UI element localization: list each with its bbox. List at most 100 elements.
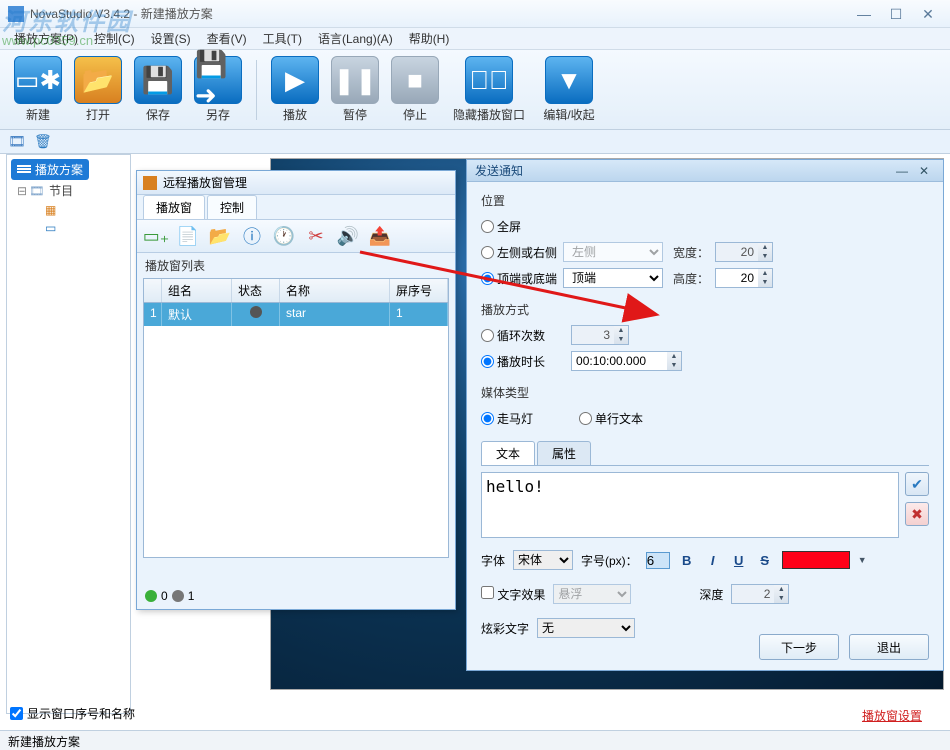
saveas-button[interactable]: 💾➜ 另存 bbox=[188, 54, 248, 126]
menu-settings[interactable]: 设置(S) bbox=[143, 28, 199, 49]
folder-icon[interactable]: 📂 bbox=[207, 223, 233, 249]
menu-help[interactable]: 帮助(H) bbox=[401, 28, 458, 49]
add-window-icon[interactable]: ▭₊ bbox=[143, 223, 169, 249]
show-window-checkbox[interactable]: 显示窗口序号和名称 bbox=[10, 705, 135, 722]
saveas-icon: 💾➜ bbox=[194, 56, 242, 104]
leftright-select: 左侧 bbox=[563, 242, 663, 262]
effect-checkbox[interactable]: 文字效果 bbox=[481, 586, 545, 603]
hide-icon: 👁⃠ bbox=[465, 56, 513, 104]
color-picker[interactable] bbox=[782, 551, 850, 569]
tab-control[interactable]: 控制 bbox=[207, 195, 257, 219]
fontsize-input[interactable] bbox=[646, 552, 670, 569]
add-doc-icon[interactable]: 📄 bbox=[175, 223, 201, 249]
open-icon: 📂 bbox=[74, 56, 122, 104]
remote-grid: 组名 状态 名称 屏序号 1 默认 star 1 bbox=[143, 278, 449, 558]
bold-button[interactable]: B bbox=[678, 551, 696, 569]
cut-icon[interactable]: ✂ bbox=[303, 223, 329, 249]
text-tabs: 文本 属性 bbox=[481, 441, 929, 466]
status-dot-icon bbox=[250, 306, 262, 318]
new-button[interactable]: ▭✱ 新建 bbox=[8, 54, 68, 126]
pause-icon: ❚❚ bbox=[331, 56, 379, 104]
tab-attr[interactable]: 属性 bbox=[537, 441, 591, 465]
height-spinner[interactable]: ▲▼ bbox=[715, 268, 773, 288]
tree-node-sub2[interactable]: ▭ bbox=[11, 219, 126, 237]
grey-dot-icon bbox=[172, 590, 184, 602]
film-icon[interactable]: 🎞 bbox=[8, 133, 26, 151]
duration-spinner[interactable]: ▲▼ bbox=[571, 351, 682, 371]
main-toolbar: ▭✱ 新建 📂 打开 💾 保存 💾➜ 另存 ▶ 播放 ❚❚ 暂停 ■ 停止 👁⃠… bbox=[0, 50, 950, 130]
italic-button[interactable]: I bbox=[704, 551, 722, 569]
open-button[interactable]: 📂 打开 bbox=[68, 54, 128, 126]
strike-button[interactable]: S bbox=[756, 551, 774, 569]
remote-window-dialog: 远程播放窗管理 播放窗 控制 ▭₊ 📄 📂 ⓘ 🕐 ✂ 🔊 📤 播放窗列表 组名… bbox=[136, 170, 456, 610]
menu-plan[interactable]: 播放方案(P) bbox=[6, 28, 86, 49]
radio-loop[interactable]: 循环次数 bbox=[481, 327, 545, 344]
radio-topbottom[interactable]: 顶端或底端 bbox=[481, 270, 557, 287]
col-group[interactable]: 组名 bbox=[162, 279, 232, 302]
tree-root[interactable]: 播放方案 bbox=[11, 159, 89, 180]
remote-dialog-title: 远程播放窗管理 bbox=[137, 171, 455, 195]
play-window-settings-link[interactable]: 播放窗设置 bbox=[862, 707, 922, 724]
depth-spinner: ▲▼ bbox=[731, 584, 789, 604]
window-title: NovaStudio V3.4.2 - 新建播放方案 bbox=[30, 5, 213, 22]
film-icon: 🎞 bbox=[29, 184, 45, 198]
hide-button[interactable]: 👁⃠ 隐藏播放窗口 bbox=[445, 54, 533, 126]
remote-icon-toolbar: ▭₊ 📄 📂 ⓘ 🕐 ✂ 🔊 📤 bbox=[137, 219, 455, 253]
new-icon: ▭✱ bbox=[14, 56, 62, 104]
playlist-label: 播放窗列表 bbox=[137, 253, 455, 278]
clock-icon[interactable]: 🕐 bbox=[271, 223, 297, 249]
tab-text[interactable]: 文本 bbox=[481, 441, 535, 465]
menu-control[interactable]: 控制(C) bbox=[86, 28, 143, 49]
info-icon[interactable]: ⓘ bbox=[239, 223, 265, 249]
app-icon bbox=[8, 6, 24, 22]
col-screen[interactable]: 屏序号 bbox=[390, 279, 448, 302]
position-section: 位置 全屏 左侧或右侧 左侧 宽度： ▲▼ 顶端或底端 顶端 高度： ▲▼ bbox=[481, 192, 929, 291]
exit-button[interactable]: 退出 bbox=[849, 634, 929, 660]
maximize-button[interactable]: ☐ bbox=[882, 6, 910, 22]
col-name[interactable]: 名称 bbox=[280, 279, 390, 302]
minimize-button[interactable]: — bbox=[850, 6, 878, 22]
radio-duration[interactable]: 播放时长 bbox=[481, 353, 545, 370]
next-button[interactable]: 下一步 bbox=[759, 634, 839, 660]
send-icon[interactable]: 📤 bbox=[367, 223, 393, 249]
delete-text-button[interactable]: ✖ bbox=[905, 502, 929, 526]
underline-button[interactable]: U bbox=[730, 551, 748, 569]
toolbar-separator bbox=[256, 60, 257, 120]
effect-row: 文字效果 悬浮 深度 ▲▼ bbox=[481, 582, 929, 606]
tab-playwindow[interactable]: 播放窗 bbox=[143, 195, 205, 219]
sound-icon[interactable]: 🔊 bbox=[335, 223, 361, 249]
radio-marquee[interactable]: 走马灯 bbox=[481, 410, 533, 427]
save-button[interactable]: 💾 保存 bbox=[128, 54, 188, 126]
tree-node-program[interactable]: ⊟ 🎞 节目 bbox=[11, 180, 126, 201]
table-row[interactable]: 1 默认 star 1 bbox=[144, 303, 448, 326]
statusbar: 新建播放方案 bbox=[0, 730, 950, 750]
font-select[interactable]: 宋体 bbox=[513, 550, 573, 570]
stop-button[interactable]: ■ 停止 bbox=[385, 54, 445, 126]
grid-icon: ▦ bbox=[45, 203, 56, 217]
loop-spinner: ▲▼ bbox=[571, 325, 629, 345]
mediatype-section: 媒体类型 走马灯 单行文本 bbox=[481, 384, 929, 431]
colortext-select[interactable]: 无 bbox=[537, 618, 635, 638]
send-notify-panel: 发送通知 — ✕ 位置 全屏 左侧或右侧 左侧 宽度： ▲▼ 顶端或底端 顶端 … bbox=[466, 159, 944, 671]
green-dot-icon bbox=[145, 590, 157, 602]
grid-header: 组名 状态 名称 屏序号 bbox=[144, 279, 448, 303]
radio-singleline[interactable]: 单行文本 bbox=[579, 410, 643, 427]
notify-min-button[interactable]: — bbox=[891, 164, 913, 178]
notify-footer: 下一步 退出 bbox=[759, 634, 929, 660]
confirm-text-button[interactable]: ✔ bbox=[905, 472, 929, 496]
radio-leftright[interactable]: 左侧或右侧 bbox=[481, 244, 557, 261]
menu-lang[interactable]: 语言(Lang)(A) bbox=[310, 28, 401, 49]
radio-fullscreen[interactable]: 全屏 bbox=[481, 218, 521, 235]
menu-tools[interactable]: 工具(T) bbox=[255, 28, 310, 49]
menu-view[interactable]: 查看(V) bbox=[199, 28, 255, 49]
text-input[interactable]: hello! bbox=[481, 472, 899, 538]
tree-node-sub1[interactable]: ▦ bbox=[11, 201, 126, 219]
pause-button[interactable]: ❚❚ 暂停 bbox=[325, 54, 385, 126]
edit-collapse-button[interactable]: ▼ 编辑/收起 bbox=[533, 54, 605, 126]
notify-close-button[interactable]: ✕ bbox=[913, 164, 935, 178]
play-button[interactable]: ▶ 播放 bbox=[265, 54, 325, 126]
topbottom-select[interactable]: 顶端 bbox=[563, 268, 663, 288]
col-status[interactable]: 状态 bbox=[232, 279, 280, 302]
close-button[interactable]: ✕ bbox=[914, 6, 942, 22]
trash-icon[interactable]: 🗑 bbox=[34, 133, 52, 151]
